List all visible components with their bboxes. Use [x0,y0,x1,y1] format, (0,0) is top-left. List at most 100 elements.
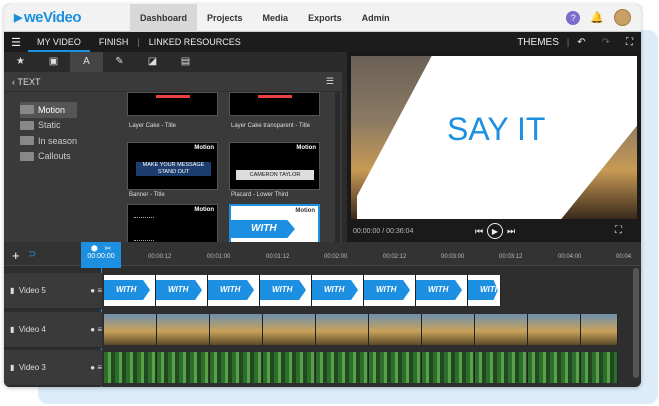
avatar[interactable] [614,9,631,26]
banner-line1: MAKE YOUR MESSAGE [142,162,205,168]
clip[interactable] [475,314,528,345]
folder-static[interactable]: Static [20,118,77,134]
template-caption: Layer Cake transparent - Title [231,123,311,129]
eye-icon[interactable]: ● [90,286,95,295]
clip[interactable] [581,352,618,383]
nav-exports[interactable]: Exports [298,4,352,32]
clip[interactable] [210,314,263,345]
timecode: 00:00:00 / 00:36:04 [353,228,414,235]
magnet-icon[interactable]: ⊃ [28,249,36,260]
track-menu-icon[interactable]: ≡ [97,363,102,372]
clip[interactable] [210,352,263,383]
clip[interactable]: WITH [364,275,416,306]
menu-icon[interactable]: ☰ [4,36,28,49]
clip[interactable] [316,314,369,345]
clip[interactable] [157,314,210,345]
media-type-tabs: ★ ▣ A ✎ ◪ ▤ [4,52,342,72]
template-text-block[interactable]: Motion [127,204,218,244]
edit-icon[interactable]: ✎ [103,52,136,72]
track-video-4: ▮ Video 4 ● ≡ [4,312,641,348]
clip-label: WITH [416,280,462,300]
undo-icon[interactable]: ↶ [569,37,593,48]
clip[interactable] [157,352,210,383]
nav-projects[interactable]: Projects [197,4,253,32]
clip-label: WITH [208,280,254,300]
clip-strip[interactable] [104,314,618,345]
clip-strip[interactable] [104,352,618,383]
nav-admin[interactable]: Admin [352,4,400,32]
clip[interactable]: WITH [208,275,260,306]
clip[interactable] [104,352,157,383]
help-icon[interactable]: ? [566,10,581,25]
snapshot-icon[interactable]: ⛶ [615,225,622,236]
star-icon[interactable]: ★ [4,52,37,72]
nav-dashboard[interactable]: Dashboard [130,4,198,32]
clip[interactable] [369,314,422,345]
folder-motion[interactable]: Motion [20,102,78,118]
clip[interactable] [263,314,316,345]
text-icon[interactable]: A [70,52,103,72]
clip-label: WITH [364,280,410,300]
tab-my-video[interactable]: MY VIDEO [28,32,90,52]
track-name: Video 4 [18,325,46,334]
clip[interactable]: WITH [260,275,312,306]
folder-label: Callouts [38,151,71,162]
preview-headline: SAY IT [447,111,546,147]
marker-icon[interactable]: ⬢ [91,244,98,253]
folder-label: Static [38,120,61,131]
folder-add-icon[interactable]: ▣ [37,52,70,72]
timeline: + ⊃ 00:00:12 00:01:00 00:01:12 00:02:00 … [4,242,641,387]
clip[interactable] [528,352,581,383]
preview-screen[interactable]: SAY IT [351,56,637,219]
clip[interactable] [263,352,316,383]
clip[interactable] [369,352,422,383]
track-menu-icon[interactable]: ≡ [97,286,102,295]
image-icon[interactable]: ◪ [136,52,169,72]
clip[interactable] [475,352,528,383]
add-track-icon[interactable]: + [12,248,20,263]
eye-icon[interactable]: ● [90,363,95,372]
ruler-tick: 00:01:12 [266,254,290,260]
clip[interactable]: WITH [416,275,468,306]
split-icon[interactable]: ✂ [104,244,111,253]
eye-icon[interactable]: ● [90,325,95,334]
template-layer-cake-transparent[interactable] [229,92,320,116]
themes-button[interactable]: THEMES [509,37,567,48]
folder-in-season[interactable]: In season [20,133,77,149]
play-icon[interactable]: ▶ [487,223,503,239]
tab-linked-resources[interactable]: LINKED RESOURCES [140,32,250,52]
clip[interactable] [528,314,581,345]
template-banner[interactable]: Motion MAKE YOUR MESSAGE STAND OUT [127,142,218,190]
tab-finish[interactable]: FINISH [90,32,138,52]
redo-icon[interactable]: ↷ [594,37,618,48]
playhead-time: 00:00:00 [87,253,115,260]
folder-icon [20,105,34,115]
skip-back-icon[interactable]: ⏮ [475,226,483,237]
template-layer-cake[interactable] [127,92,218,116]
ruler-tick: 00:03:00 [441,254,465,260]
bell-icon[interactable]: 🔔 [590,11,604,24]
clip[interactable] [581,314,618,345]
fullscreen-icon[interactable]: ⛶ [618,37,641,48]
nav-media[interactable]: Media [253,4,299,32]
clip[interactable] [104,314,157,345]
clip[interactable] [422,352,475,383]
clip[interactable] [422,314,475,345]
clip[interactable] [316,352,369,383]
timeline-scrollbar[interactable] [633,268,639,378]
list-view-icon[interactable]: ☰ [326,76,334,87]
logo[interactable]: ▶ weVideo [4,9,130,26]
clip-strip[interactable]: WITH WITH WITH WITH WITH WITH WITH WITH [104,275,501,306]
clip[interactable]: WITH [104,275,156,306]
video-icon[interactable]: ▤ [169,52,202,72]
template-with[interactable]: Motion WITH [229,204,320,244]
clip[interactable]: WITH [312,275,364,306]
track-menu-icon[interactable]: ≡ [97,325,102,334]
template-placard[interactable]: Motion CAMERON TAYLOR [229,142,320,190]
clip[interactable]: WITH [468,275,501,306]
playhead[interactable]: ⬢ ✂ 00:00:00 [81,242,121,268]
folder-callouts[interactable]: Callouts [20,149,77,165]
grid-scrollbar[interactable] [335,92,340,242]
clip[interactable]: WITH [156,275,208,306]
skip-forward-icon[interactable]: ⏭ [507,226,515,237]
